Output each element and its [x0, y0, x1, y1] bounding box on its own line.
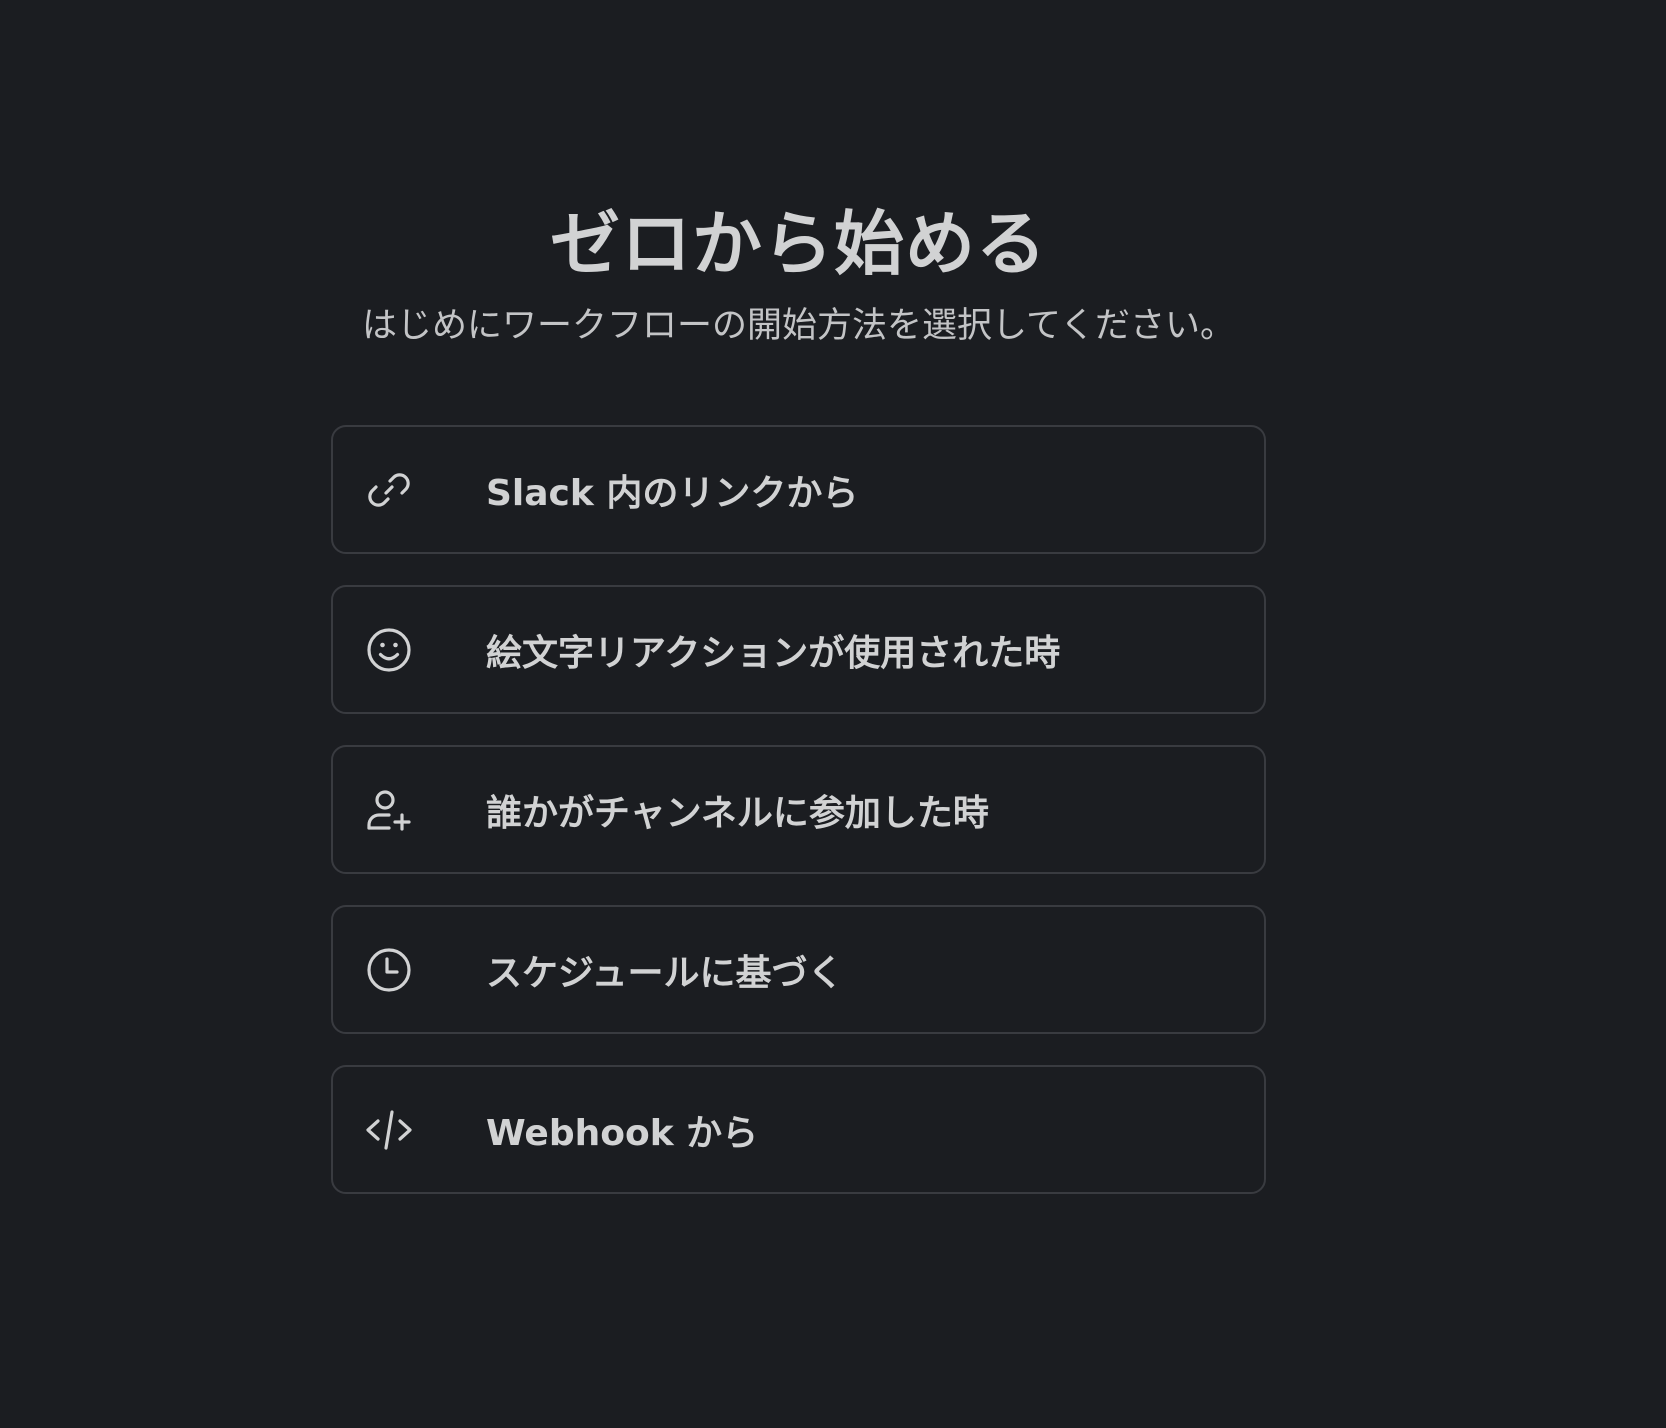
link-icon — [365, 466, 413, 514]
trigger-option-label: Slack 内のリンクから — [486, 472, 859, 514]
trigger-option-label: スケジュールに基づく — [486, 952, 844, 994]
code-icon — [365, 1106, 413, 1154]
page-title: ゼロから始める — [550, 203, 1047, 285]
trigger-option-emoji-reaction[interactable]: 絵文字リアクションが使用された時 — [331, 585, 1266, 714]
trigger-option-label: 誰かがチャンネルに参加した時 — [486, 792, 989, 834]
page-subtitle: はじめにワークフローの開始方法を選択してください。 — [362, 306, 1235, 346]
trigger-option-link[interactable]: Slack 内のリンクから — [331, 425, 1266, 554]
trigger-option-label: 絵文字リアクションが使用された時 — [486, 632, 1061, 674]
trigger-options-list: Slack 内のリンクから 絵文字リアクションが使用された時 誰かがチャンネルに… — [331, 425, 1266, 1194]
clock-icon — [365, 946, 413, 994]
trigger-option-member-joined[interactable]: 誰かがチャンネルに参加した時 — [331, 745, 1266, 874]
start-from-scratch-panel: ゼロから始める はじめにワークフローの開始方法を選択してください。 Slack … — [331, 200, 1266, 1194]
user-add-icon — [365, 786, 413, 834]
emoji-icon — [365, 626, 413, 674]
trigger-option-label: Webhook から — [486, 1112, 759, 1154]
trigger-option-schedule[interactable]: スケジュールに基づく — [331, 905, 1266, 1034]
trigger-option-webhook[interactable]: Webhook から — [331, 1065, 1266, 1194]
